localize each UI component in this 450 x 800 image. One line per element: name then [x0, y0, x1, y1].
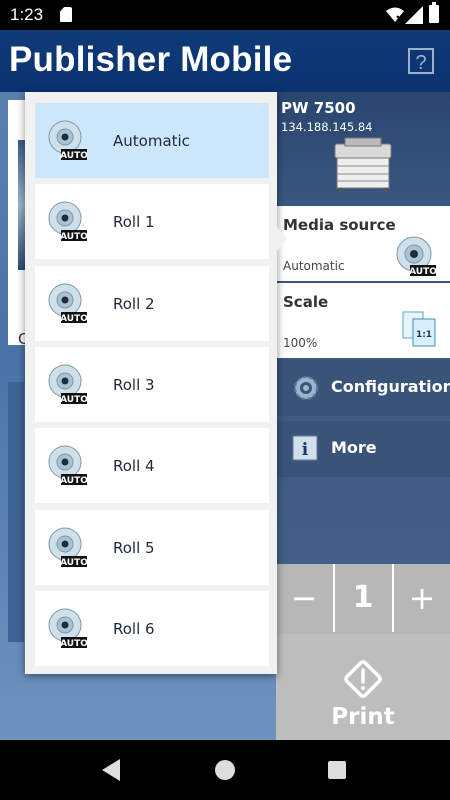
- media-roll-auto-icon: AUTO: [48, 527, 87, 567]
- more-button[interactable]: i More: [276, 421, 450, 477]
- scale-1-1-icon: 1:1: [402, 311, 436, 347]
- print-label: Print: [331, 704, 395, 730]
- media-option-label: Roll 2: [113, 294, 155, 313]
- printer-icon: [334, 137, 392, 193]
- scale-label: Scale: [283, 293, 329, 311]
- print-icon: [344, 660, 382, 698]
- svg-text:1:1: 1:1: [416, 330, 432, 340]
- media-roll-auto-icon: AUTO: [48, 120, 87, 160]
- media-option[interactable]: AUTO Roll 2: [35, 265, 269, 341]
- media-option[interactable]: AUTO Roll 4: [35, 428, 269, 504]
- media-roll-auto-icon: AUTO: [48, 283, 87, 323]
- media-option[interactable]: AUTO Roll 5: [35, 509, 269, 585]
- media-source-label: Media source: [283, 216, 396, 234]
- copies-count[interactable]: 1: [335, 572, 391, 626]
- media-option[interactable]: AUTO Roll 6: [35, 590, 269, 666]
- status-bar: 1:23: [0, 0, 450, 30]
- media-roll-auto-icon: AUTO: [48, 201, 87, 242]
- media-option[interactable]: AUTO Automatic: [35, 103, 269, 178]
- svg-text:AUTO: AUTO: [60, 314, 87, 323]
- media-option-label: Roll 5: [113, 538, 155, 557]
- media-roll-auto-icon: AUTO: [48, 445, 87, 486]
- media-option-label: Roll 6: [113, 619, 155, 638]
- configuration-label: Configuration: [331, 377, 450, 396]
- app-header: Publisher Mobile ?: [0, 30, 450, 92]
- signal-icon: [405, 6, 423, 24]
- media-option-label: Roll 1: [113, 213, 155, 232]
- media-option[interactable]: AUTO Roll 3: [35, 346, 269, 422]
- scale-value: 100%: [283, 336, 318, 350]
- more-label: More: [331, 438, 377, 457]
- info-icon: i: [292, 435, 318, 461]
- media-roll-auto-icon: AUTO: [396, 236, 436, 276]
- media-roll-auto-icon: AUTO: [48, 364, 87, 404]
- dropdown-pointer: [277, 227, 287, 251]
- printer-info[interactable]: PW 7500 134.188.145.84: [276, 92, 450, 206]
- app-title: Publisher Mobile: [9, 40, 293, 79]
- battery-icon: [429, 2, 439, 23]
- system-nav-bar: [0, 740, 450, 800]
- svg-text:AUTO: AUTO: [60, 558, 87, 567]
- svg-text:AUTO: AUTO: [60, 395, 87, 404]
- media-source-dropdown: AUTO Automatic AUTO Roll 1 AUTO Roll 2 AUTO Rol…: [25, 92, 287, 674]
- svg-text:AUTO: AUTO: [60, 232, 87, 241]
- back-icon[interactable]: [102, 759, 120, 781]
- printer-ip: 134.188.145.84: [281, 120, 373, 134]
- document-thumbnail[interactable]: [8, 100, 28, 345]
- media-option[interactable]: AUTO Roll 1: [35, 184, 269, 260]
- media-roll-auto-icon: AUTO: [48, 608, 87, 648]
- media-source-value: Automatic: [283, 259, 345, 273]
- print-settings-panel: PW 7500 134.188.145.84 Media source Auto…: [276, 92, 450, 740]
- media-option-label: Roll 4: [113, 457, 155, 476]
- decrease-copies-button[interactable]: −: [276, 572, 332, 626]
- svg-text:AUTO: AUTO: [60, 639, 87, 648]
- printer-name: PW 7500: [281, 99, 356, 117]
- media-option-label: Automatic: [113, 132, 190, 150]
- wifi-off-icon: [386, 7, 404, 22]
- increase-copies-button[interactable]: +: [394, 572, 450, 626]
- gear-icon: [294, 376, 318, 400]
- svg-text:AUTO: AUTO: [60, 476, 87, 485]
- media-option-label: Roll 3: [113, 375, 155, 394]
- recent-apps-icon[interactable]: [328, 761, 346, 779]
- svg-text:AUTO: AUTO: [409, 267, 436, 276]
- print-button[interactable]: Print: [276, 634, 450, 740]
- media-source-setting[interactable]: Media source Automatic AUTO: [276, 206, 450, 281]
- home-icon[interactable]: [215, 760, 235, 780]
- status-time: 1:23: [10, 5, 44, 24]
- svg-text:i: i: [302, 440, 309, 460]
- copies-stepper: − 1 +: [276, 564, 450, 634]
- document-thumbnail-2[interactable]: [8, 382, 24, 642]
- sd-card-icon: [60, 7, 72, 22]
- help-button[interactable]: ?: [408, 48, 434, 74]
- configuration-button[interactable]: Configuration: [276, 360, 450, 416]
- scale-setting[interactable]: Scale 100% 1:1: [276, 283, 450, 358]
- svg-text:AUTO: AUTO: [60, 151, 87, 160]
